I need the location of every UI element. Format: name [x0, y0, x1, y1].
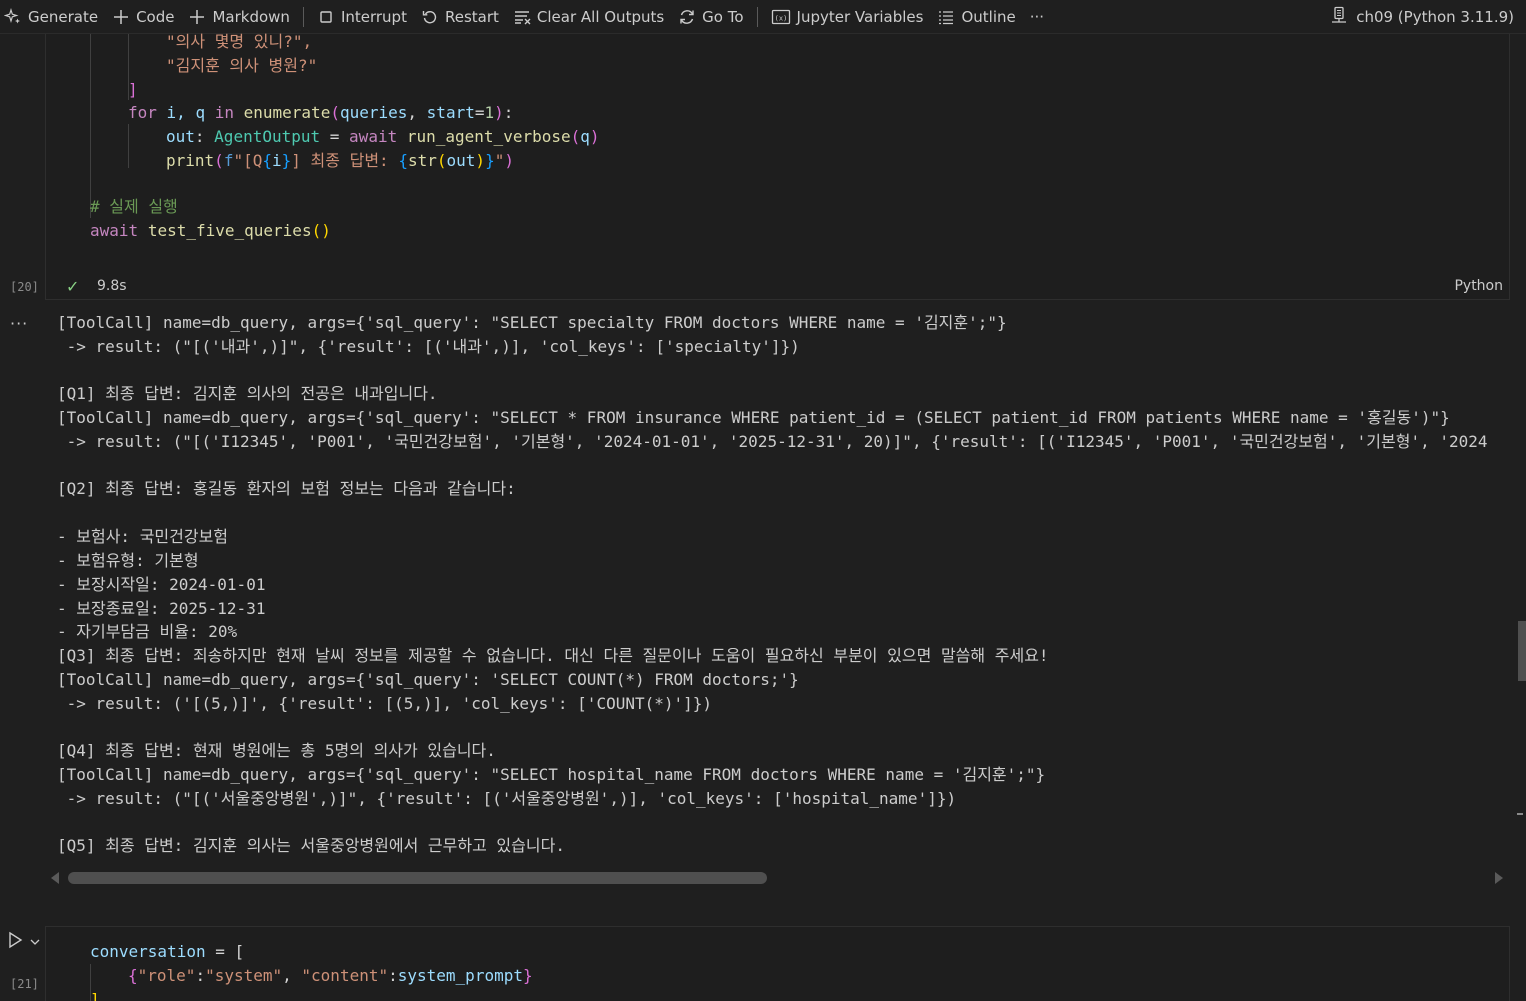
toolbar-divider	[302, 6, 304, 27]
go-to-button[interactable]: Go To	[671, 0, 750, 34]
code-line: await test_five_queries()	[90, 221, 331, 240]
stop-square-icon	[317, 8, 335, 26]
output-actions-icon[interactable]: ···	[10, 314, 28, 333]
jupyter-variables-label: Jupyter Variables	[796, 7, 924, 26]
plus-icon	[188, 8, 206, 26]
execution-count: [21]	[10, 977, 39, 991]
execution-time: 9.8s	[97, 278, 127, 294]
scroll-right-arrow-icon[interactable]	[1495, 872, 1503, 884]
output-line: -> result: ("[('I12345', 'P001', '국민건강보험…	[57, 432, 1488, 451]
list-icon	[937, 8, 955, 26]
sparkle-icon	[4, 7, 22, 26]
output-line: [ToolCall] name=db_query, args={'sql_que…	[57, 765, 1046, 784]
add-code-cell-button[interactable]: Code	[105, 0, 181, 34]
interrupt-label: Interrupt	[340, 7, 407, 26]
clear-all-outputs-label: Clear All Outputs	[536, 7, 665, 26]
success-check-icon: ✓	[66, 277, 80, 296]
code-line: conversation = [	[90, 942, 245, 961]
generate-button[interactable]: Generate	[0, 0, 105, 34]
output-line: - 보험사: 국민건강보험	[57, 527, 229, 546]
cell-status-bar: [20] ✓ 9.8s Python	[0, 276, 1526, 298]
output-line: [ToolCall] name=db_query, args={'sql_que…	[57, 313, 1007, 332]
output-line: [ToolCall] name=db_query, args={'sql_que…	[57, 408, 1450, 427]
code-line: "김지훈 의사 병원?"	[166, 56, 318, 75]
notebook-toolbar: Generate Code Markdown Interrupt Restart…	[0, 0, 1526, 34]
code-line: {"role":"system", "content":system_promp…	[128, 966, 533, 985]
code-line: "의사 몇명 있니?",	[166, 32, 313, 51]
toolbar-divider	[756, 6, 758, 27]
run-cell-icon[interactable]	[7, 931, 23, 953]
cell-output: [ToolCall] name=db_query, args={'sql_que…	[57, 311, 1510, 861]
output-line: - 보험유형: 기본형	[57, 551, 199, 570]
refresh-arrows-icon	[678, 8, 696, 26]
code-cell-editor[interactable]: conversation = [ {"role":"system", "cont…	[45, 926, 1510, 1001]
indent-guide	[128, 124, 129, 168]
horizontal-scrollbar-thumb[interactable]	[68, 872, 767, 884]
code-line: out: AgentOutput = await run_agent_verbo…	[166, 127, 600, 146]
code-label: Code	[136, 7, 175, 26]
interrupt-button[interactable]: Interrupt	[310, 0, 414, 34]
output-line: [Q5] 최종 답변: 김지훈 의사는 서울중앙병원에서 근무하고 있습니다.	[57, 836, 565, 855]
output-line: [Q2] 최종 답변: 홍길동 환자의 보험 정보는 다음과 같습니다:	[57, 479, 516, 498]
plus-icon	[112, 8, 130, 26]
output-line: [Q1] 최종 답변: 김지훈 의사의 전공은 내과입니다.	[57, 384, 438, 403]
execution-count: [20]	[10, 280, 39, 294]
output-line: -> result: ("[('서울중앙병원',)]", {'result': …	[57, 789, 957, 808]
indent-guide	[90, 34, 91, 218]
output-line: [Q4] 최종 답변: 현재 병원에는 총 5명의 의사가 있습니다.	[57, 741, 496, 760]
add-markdown-cell-button[interactable]: Markdown	[181, 0, 296, 34]
code-line: for i, q in enumerate(queries, start=1):	[128, 103, 514, 122]
scroll-left-arrow-icon[interactable]	[51, 872, 59, 884]
outline-button[interactable]: Outline	[930, 0, 1022, 34]
output-line: [Q3] 최종 답변: 죄송하지만 현재 날씨 정보를 제공할 수 없습니다. …	[57, 646, 1049, 665]
code-line: print(f"[Q{i}] 최종 답변: {str(out)}")	[166, 151, 514, 170]
code-comment: # 실제 실행	[90, 197, 178, 216]
code-line: ]	[90, 990, 100, 1001]
output-line: -> result: ('[(5,)]', {'result': [(5,)],…	[57, 694, 713, 713]
more-actions-button[interactable]: ···	[1023, 0, 1051, 34]
variables-icon: (x)	[771, 8, 791, 26]
restart-icon	[421, 8, 439, 26]
output-line: [ToolCall] name=db_query, args={'sql_que…	[57, 670, 799, 689]
code-line: ]	[128, 80, 138, 99]
kernel-picker[interactable]: ch09 (Python 3.11.9)	[1330, 0, 1514, 34]
generate-label: Generate	[28, 7, 99, 26]
code-cell-editor[interactable]: "의사 몇명 있니?", "김지훈 의사 병원?" ] for i, q in …	[45, 32, 1510, 300]
outline-label: Outline	[961, 7, 1016, 26]
output-line: - 보장시작일: 2024-01-01	[57, 575, 266, 594]
restart-button[interactable]: Restart	[414, 0, 506, 34]
kernel-name: ch09 (Python 3.11.9)	[1356, 8, 1514, 26]
clear-all-icon	[513, 8, 531, 26]
go-to-label: Go To	[702, 7, 744, 26]
more-actions-label: ···	[1029, 7, 1045, 26]
output-line: -> result: ("[('내과',)]", {'result': [('내…	[57, 337, 800, 356]
cell-language-label[interactable]: Python	[1454, 278, 1503, 294]
svg-text:(x): (x)	[774, 14, 787, 22]
restart-label: Restart	[444, 7, 499, 26]
scrollbar-marker	[1517, 813, 1523, 815]
output-line: - 보장종료일: 2025-12-31	[57, 599, 266, 618]
chevron-down-icon[interactable]	[29, 933, 41, 952]
kernel-server-icon	[1330, 6, 1348, 28]
clear-all-outputs-button[interactable]: Clear All Outputs	[506, 0, 671, 34]
vertical-scrollbar-thumb[interactable]	[1518, 621, 1526, 681]
jupyter-variables-button[interactable]: (x) Jupyter Variables	[764, 0, 931, 34]
output-line: - 자기부담금 비율: 20%	[57, 622, 238, 641]
markdown-label: Markdown	[212, 7, 290, 26]
